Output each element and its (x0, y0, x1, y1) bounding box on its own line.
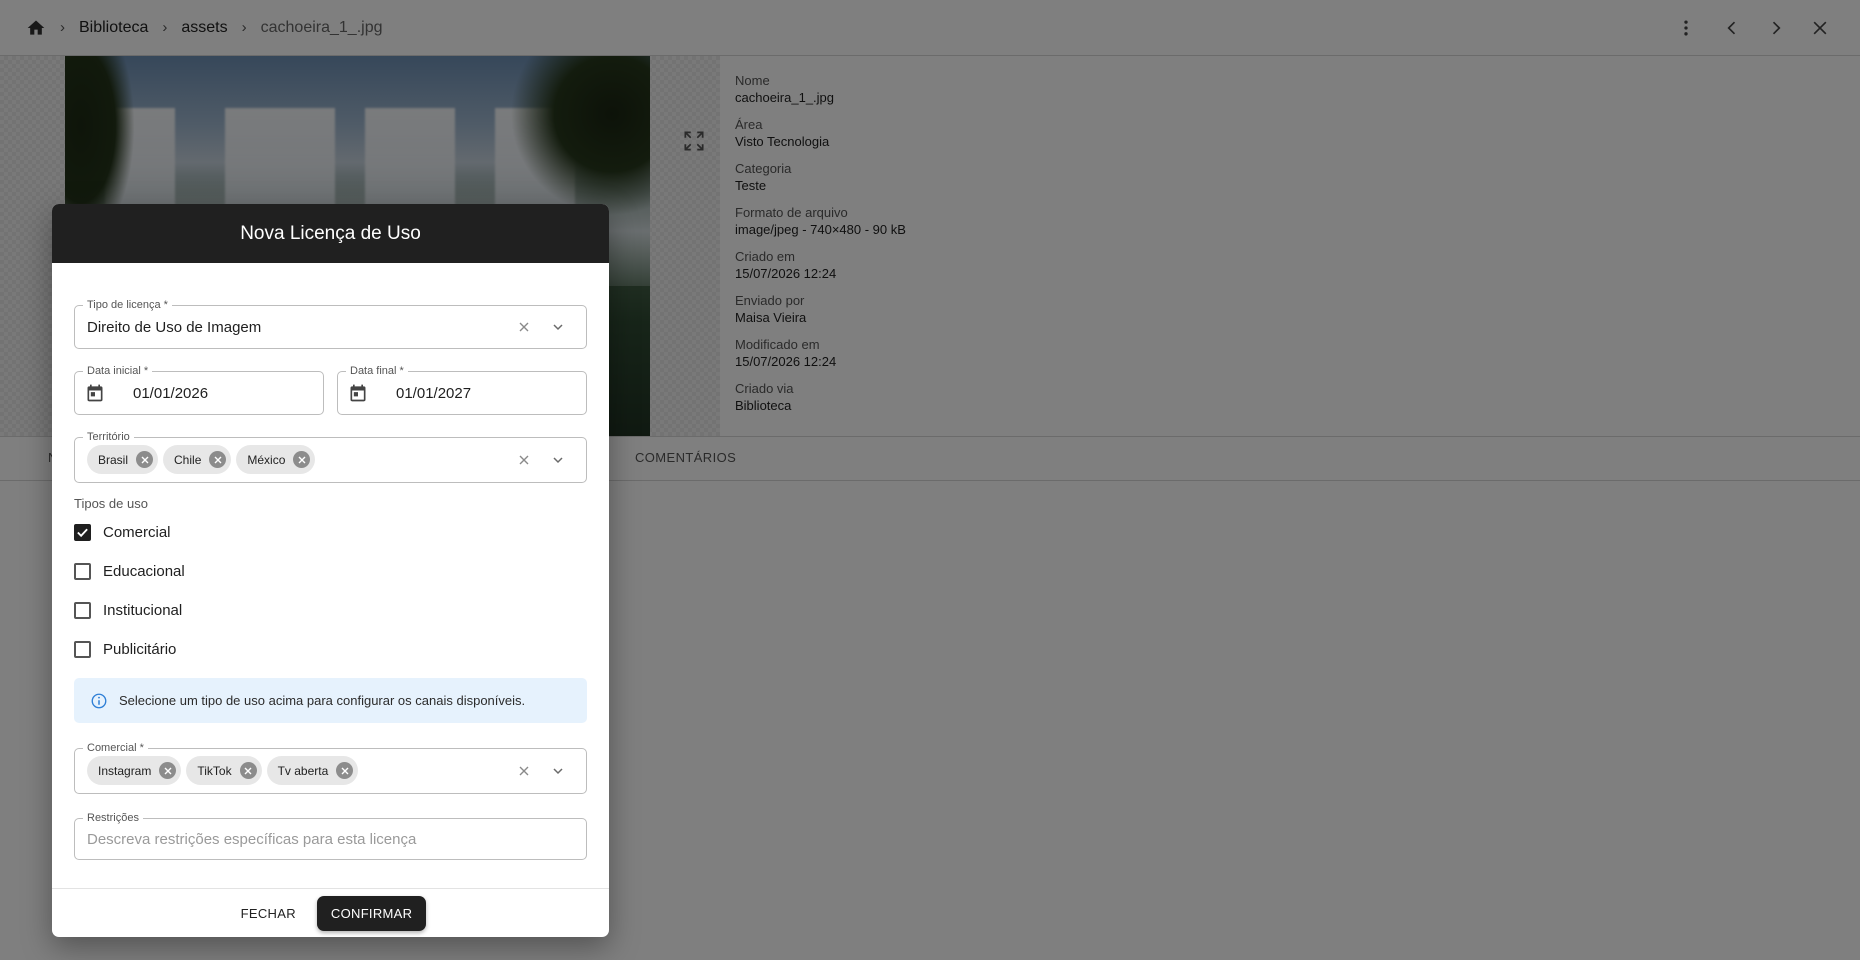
license-type-value: Direito de Uso de Imagem (87, 319, 262, 336)
territory-label: Território (83, 430, 134, 444)
chip-label: México (247, 452, 286, 467)
info-alert: Selecione um tipo de uso acima para conf… (74, 678, 587, 723)
restrictions-label: Restrições (83, 811, 143, 825)
chip-label: Chile (174, 452, 202, 467)
usage-types-label: Tipos de uso (74, 496, 148, 511)
usage-option-comercial[interactable]: Comercial (74, 520, 171, 544)
dialog-title: Nova Licença de Uso (52, 204, 609, 263)
chip-label: Instagram (98, 763, 152, 778)
territory-chip: Brasil (87, 445, 159, 474)
chevron-down-icon[interactable] (548, 761, 568, 781)
usage-option-label: Comercial (103, 523, 171, 541)
chip-label: Brasil (98, 452, 129, 467)
usage-option-educacional[interactable]: Educacional (74, 559, 185, 583)
start-date-label: Data inicial * (83, 364, 153, 378)
commercial-label: Comercial * (83, 741, 148, 755)
start-date-field[interactable]: Data inicial * 01/01/2026 (74, 364, 324, 415)
usage-option-label: Educacional (103, 562, 185, 580)
info-icon (90, 692, 108, 710)
license-type-select[interactable]: Tipo de licença * Direito de Uso de Imag… (74, 298, 587, 349)
territory-select[interactable]: Território Brasil Chile México (74, 430, 587, 483)
channel-chip: TikTok (186, 756, 262, 785)
restrictions-input[interactable]: Descreva restrições específicas para est… (87, 831, 416, 848)
chevron-down-icon[interactable] (548, 317, 568, 337)
usage-option-publicitario[interactable]: Publicitário (74, 637, 176, 661)
new-license-dialog: Nova Licença de Uso Tipo de licença * Di… (52, 204, 609, 937)
checkbox[interactable] (74, 601, 91, 619)
commercial-channels-select[interactable]: Comercial * Instagram TikTok Tv aberta (74, 741, 587, 794)
confirm-button[interactable]: CONFIRMAR (316, 895, 427, 931)
close-button[interactable]: FECHAR (235, 900, 302, 927)
chip-label: Tv aberta (277, 763, 329, 778)
clear-icon[interactable] (514, 761, 534, 781)
checkbox[interactable] (74, 562, 91, 580)
chip-remove-icon[interactable] (336, 762, 354, 779)
chip-remove-icon[interactable] (159, 762, 177, 779)
end-date-field[interactable]: Data final * 01/01/2027 (337, 364, 587, 415)
commercial-chips: Instagram TikTok Tv aberta (87, 756, 359, 785)
chip-label: TikTok (197, 763, 232, 778)
territory-chips: Brasil Chile México (87, 445, 316, 474)
chip-remove-icon[interactable] (209, 451, 227, 468)
restrictions-field[interactable]: Restrições Descreva restrições específic… (74, 811, 587, 860)
clear-icon[interactable] (514, 450, 534, 470)
usage-option-label: Institucional (103, 601, 183, 619)
chip-remove-icon[interactable] (136, 451, 154, 468)
usage-option-institucional[interactable]: Institucional (74, 598, 182, 622)
chip-remove-icon[interactable] (293, 451, 311, 468)
info-message: Selecione um tipo de uso acima para conf… (119, 693, 526, 708)
license-type-label: Tipo de licença * (83, 298, 172, 312)
channel-chip: Tv aberta (266, 756, 359, 785)
chip-remove-icon[interactable] (239, 762, 257, 779)
usage-option-label: Publicitário (103, 640, 177, 658)
dialog-footer: FECHAR CONFIRMAR (52, 888, 609, 937)
chevron-down-icon[interactable] (548, 450, 568, 470)
start-date-value: 01/01/2026 (133, 385, 209, 402)
channel-chip: Instagram (87, 756, 182, 785)
end-date-label: Data final * (346, 364, 408, 378)
end-date-value: 01/01/2027 (396, 385, 472, 402)
dialog-body: Tipo de licença * Direito de Uso de Imag… (52, 263, 609, 889)
checkbox[interactable] (74, 640, 91, 658)
territory-chip: México (236, 445, 316, 474)
clear-icon[interactable] (514, 317, 534, 337)
calendar-icon[interactable] (348, 383, 368, 403)
checkbox-checked[interactable] (74, 523, 91, 541)
territory-chip: Chile (163, 445, 232, 474)
calendar-icon[interactable] (85, 383, 105, 403)
